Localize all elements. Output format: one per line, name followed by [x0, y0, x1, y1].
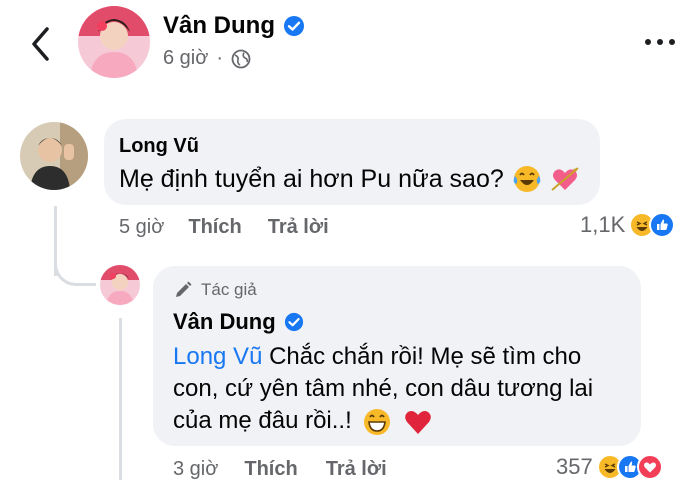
- dot-icon: [645, 39, 651, 45]
- reply-actions: 3 giờ Thích Trả lời: [173, 458, 387, 480]
- meta-separator: ·: [216, 47, 224, 69]
- red-heart-icon: [403, 407, 433, 437]
- like-button[interactable]: Thích: [244, 458, 297, 480]
- like-button[interactable]: Thích: [188, 216, 241, 239]
- post-author-name[interactable]: Vân Dung: [163, 12, 305, 40]
- reaction-icons: [596, 454, 663, 480]
- like-icon: [649, 212, 676, 238]
- grinning-icon: [362, 407, 392, 437]
- reply-author[interactable]: Vân Dung: [173, 309, 304, 335]
- reply-time[interactable]: 3 giờ: [173, 458, 218, 480]
- reply-button[interactable]: Trả lời: [326, 458, 387, 480]
- reaction-icons: [629, 212, 676, 238]
- commenter-avatar[interactable]: [20, 122, 88, 190]
- thread-line: [119, 318, 122, 480]
- reply-author-avatar[interactable]: [100, 265, 140, 305]
- comment-actions: 5 giờ Thích Trả lời: [119, 216, 329, 239]
- reply-button[interactable]: Trả lời: [268, 216, 329, 239]
- laughing-tears-icon: [513, 166, 541, 192]
- author-badge-label: Tác giả: [201, 280, 257, 299]
- comment-text-content: Mẹ định tuyển ai hơn Pu nữa sao?: [119, 164, 504, 193]
- comment-reactions[interactable]: 1,1K: [580, 212, 676, 238]
- comment-author[interactable]: Long Vũ: [119, 135, 199, 158]
- mention-link[interactable]: Long Vũ: [173, 343, 262, 370]
- reaction-count: 357: [556, 454, 593, 479]
- dot-icon: [669, 39, 675, 45]
- heart-arrow-icon: [551, 167, 579, 191]
- more-options-button[interactable]: [640, 30, 680, 54]
- globe-icon: [231, 49, 251, 68]
- reply-reactions[interactable]: 357: [556, 454, 663, 480]
- reply-text: Long Vũ Chắc chắn rồi! Mẹ sẽ tìm cho con…: [173, 341, 633, 437]
- post-header: Vân Dung 6 giờ ·: [0, 0, 700, 90]
- love-icon: [636, 454, 663, 480]
- post-time[interactable]: 6 giờ: [163, 47, 208, 70]
- verified-badge-icon: [284, 16, 304, 36]
- comment-text: Mẹ định tuyển ai hơn Pu nữa sao?: [119, 164, 580, 194]
- post-meta: 6 giờ ·: [163, 47, 251, 70]
- author-avatar[interactable]: [78, 6, 150, 78]
- dot-icon: [657, 39, 663, 45]
- pencil-icon: [176, 281, 192, 297]
- reaction-count: 1,1K: [580, 212, 626, 237]
- chevron-left-icon: [32, 27, 49, 61]
- reply-author-name: Vân Dung: [173, 309, 276, 334]
- back-button[interactable]: [26, 24, 56, 64]
- verified-badge-icon: [284, 312, 303, 332]
- author-name-text: Vân Dung: [163, 12, 275, 39]
- comment-time[interactable]: 5 giờ: [119, 216, 164, 239]
- thread-connector: [54, 250, 96, 286]
- author-badge: Tác giả: [173, 280, 257, 300]
